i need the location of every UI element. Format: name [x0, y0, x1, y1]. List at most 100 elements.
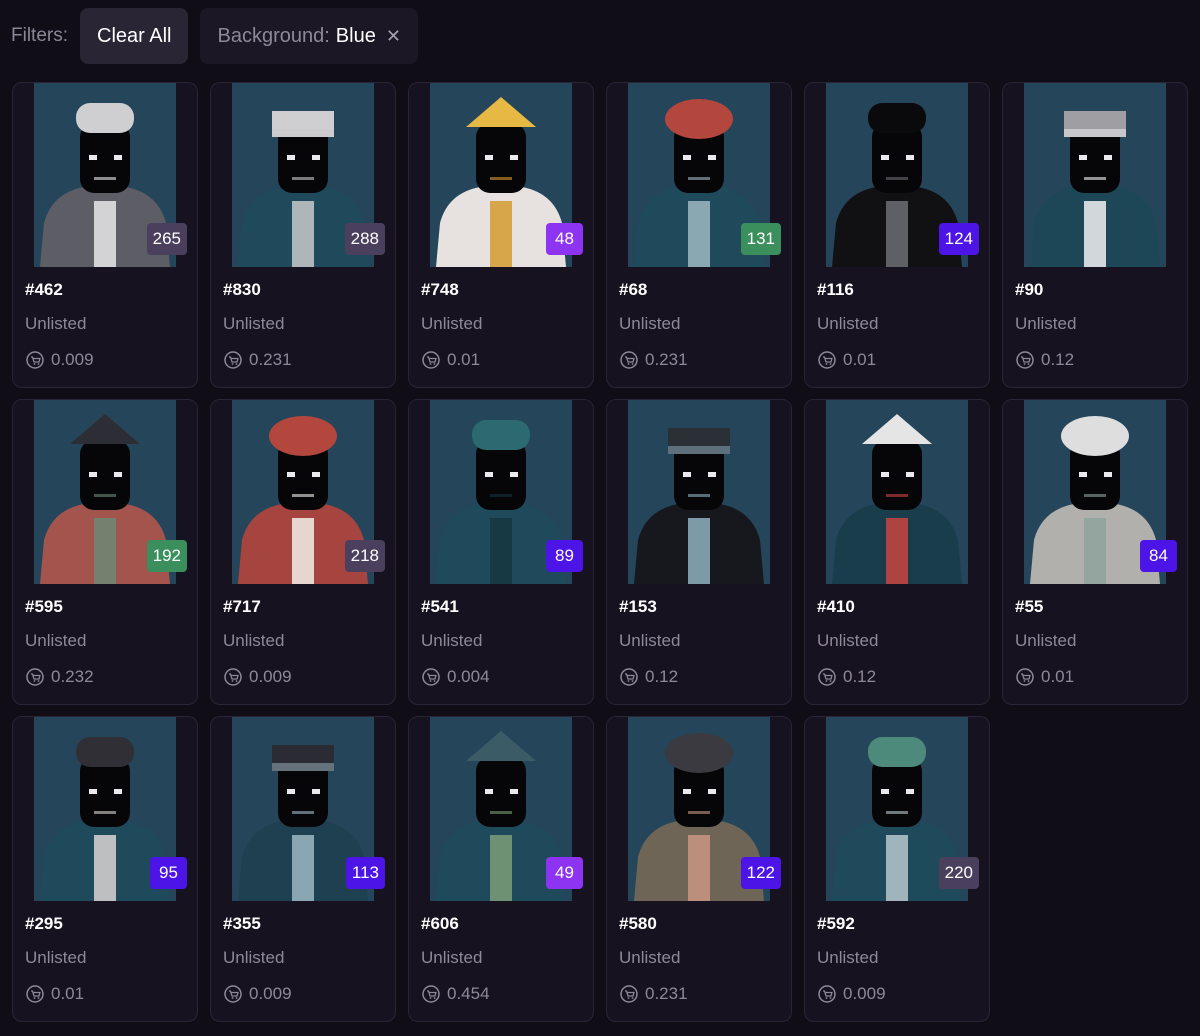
token-id: #68	[619, 280, 648, 299]
rarity-rank-badge: 218	[344, 540, 385, 572]
nft-card[interactable]: 288 #830 Unlisted 0.231	[210, 82, 396, 388]
nft-card[interactable]: 265 #462 Unlisted 0.009	[12, 82, 198, 388]
token-id: #355	[223, 914, 261, 933]
nft-grid: 265 #462 Unlisted 0.009 288 #830 Unliste…	[12, 82, 1188, 1022]
listing-status: Unlisted	[223, 314, 285, 333]
token-id: #153	[619, 597, 657, 616]
nft-image: 49	[409, 717, 593, 901]
filter-bar: Filters: Clear All Background: Blue ✕	[0, 8, 1200, 64]
price-row: 0.12	[1015, 349, 1187, 371]
token-id: #717	[223, 597, 261, 616]
price-value: 0.12	[645, 667, 679, 686]
filters-label: Filters:	[11, 25, 68, 46]
rarity-rank-badge: 122	[740, 857, 781, 889]
nft-card[interactable]: 124 #116 Unlisted 0.01	[804, 82, 990, 388]
listing-status: Unlisted	[817, 631, 879, 650]
listing-status: Unlisted	[25, 948, 87, 967]
cart-price-icon	[620, 668, 638, 686]
nft-image	[1003, 83, 1187, 267]
listing-status: Unlisted	[817, 948, 879, 967]
nft-image	[607, 400, 791, 584]
cart-price-icon	[224, 668, 242, 686]
nft-card[interactable]: 220 #592 Unlisted 0.009	[804, 716, 990, 1022]
cart-price-icon	[224, 985, 242, 1003]
nft-image: 288	[211, 83, 395, 267]
price-value: 0.12	[1041, 350, 1075, 369]
token-id: #295	[25, 914, 63, 933]
nft-card[interactable]: 192 #595 Unlisted 0.232	[12, 399, 198, 705]
token-id: #55	[1015, 597, 1044, 616]
price-row: 0.01	[817, 349, 989, 371]
price-value: 0.232	[51, 667, 94, 686]
nft-card[interactable]: 48 #748 Unlisted 0.01	[408, 82, 594, 388]
listing-status: Unlisted	[1015, 314, 1077, 333]
cart-price-icon	[224, 351, 242, 369]
nft-card[interactable]: 131 #68 Unlisted 0.231	[606, 82, 792, 388]
nft-card[interactable]: #410 Unlisted 0.12	[804, 399, 990, 705]
nft-card[interactable]: 95 #295 Unlisted 0.01	[12, 716, 198, 1022]
close-icon[interactable]: ✕	[386, 26, 401, 47]
listing-status: Unlisted	[1015, 631, 1077, 650]
price-value: 0.01	[843, 350, 877, 369]
filter-chip-key: Background:	[217, 24, 330, 47]
cart-price-icon	[422, 985, 440, 1003]
listing-status: Unlisted	[25, 314, 87, 333]
cart-price-icon	[26, 351, 44, 369]
cart-price-icon	[422, 668, 440, 686]
price-value: 0.231	[645, 984, 688, 1003]
nft-image: 192	[13, 400, 197, 584]
clear-all-button[interactable]: Clear All	[80, 8, 189, 64]
price-row: 0.231	[223, 349, 395, 371]
rarity-rank-badge: 131	[740, 223, 781, 255]
price-value: 0.004	[447, 667, 490, 686]
nft-card[interactable]: 84 #55 Unlisted 0.01	[1002, 399, 1188, 705]
cart-price-icon	[422, 351, 440, 369]
rarity-rank-badge: 124	[938, 223, 979, 255]
token-id: #90	[1015, 280, 1044, 299]
price-row: 0.12	[619, 666, 791, 688]
character-art	[628, 400, 770, 584]
listing-status: Unlisted	[223, 631, 285, 650]
nft-card[interactable]: 89 #541 Unlisted 0.004	[408, 399, 594, 705]
price-value: 0.009	[249, 984, 292, 1003]
nft-card[interactable]: 113 #355 Unlisted 0.009	[210, 716, 396, 1022]
price-value: 0.01	[1041, 667, 1075, 686]
cart-price-icon	[818, 985, 836, 1003]
price-value: 0.01	[51, 984, 85, 1003]
price-row: 0.232	[25, 666, 197, 688]
price-row: 0.004	[421, 666, 593, 688]
nft-card[interactable]: 49 #606 Unlisted 0.454	[408, 716, 594, 1022]
token-id: #595	[25, 597, 63, 616]
nft-image: 124	[805, 83, 989, 267]
price-row: 0.009	[223, 983, 395, 1005]
token-id: #116	[817, 280, 854, 299]
listing-status: Unlisted	[223, 948, 285, 967]
clear-all-label: Clear All	[97, 24, 172, 47]
price-row: 0.009	[25, 349, 197, 371]
nft-image: 218	[211, 400, 395, 584]
nft-image: 84	[1003, 400, 1187, 584]
token-id: #592	[817, 914, 855, 933]
background-filter-chip[interactable]: Background: Blue ✕	[200, 8, 418, 64]
price-row: 0.12	[817, 666, 989, 688]
rarity-rank-badge: 265	[146, 223, 187, 255]
nft-card[interactable]: #153 Unlisted 0.12	[606, 399, 792, 705]
price-row: 0.01	[421, 349, 593, 371]
nft-card[interactable]: #90 Unlisted 0.12	[1002, 82, 1188, 388]
price-row: 0.231	[619, 349, 791, 371]
nft-image	[805, 400, 989, 584]
character-art	[1024, 83, 1166, 267]
price-row: 0.454	[421, 983, 593, 1005]
nft-image: 95	[13, 717, 197, 901]
rarity-rank-badge: 113	[345, 857, 385, 889]
cart-price-icon	[26, 985, 44, 1003]
nft-card[interactable]: 218 #717 Unlisted 0.009	[210, 399, 396, 705]
nft-image: 265	[13, 83, 197, 267]
price-value: 0.12	[843, 667, 877, 686]
price-row: 0.01	[25, 983, 197, 1005]
filter-chip-value: Blue	[335, 24, 376, 47]
nft-card[interactable]: 122 #580 Unlisted 0.231	[606, 716, 792, 1022]
rarity-rank-badge: 48	[546, 223, 583, 255]
listing-status: Unlisted	[619, 314, 681, 333]
price-value: 0.009	[249, 667, 292, 686]
